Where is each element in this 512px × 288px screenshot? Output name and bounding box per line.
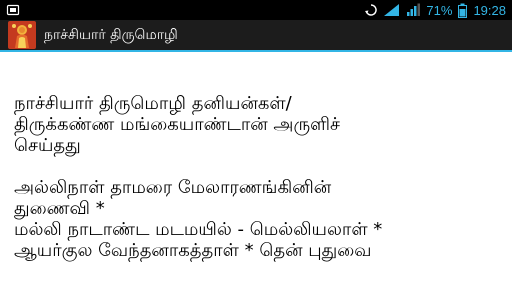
screenshot-icon	[6, 0, 20, 20]
battery-icon	[458, 0, 468, 20]
text-line: திருக்கண்ண மங்கையாண்டான் அருளிச்	[14, 114, 340, 135]
status-right: 71% 19:28	[364, 0, 506, 20]
wifi-icon	[384, 0, 400, 20]
text-line: நாச்சியார் திருமொழி தனியன்கள்/	[14, 93, 292, 114]
text-line: மல்லி நாடாண்ட மடமயில் - மெல்லியலாள் *	[14, 219, 383, 240]
text-line: ஆயர்குல வேந்தனாகத்தாள் * தென் புதுவை	[14, 240, 372, 261]
text-line: துணைவி *	[14, 198, 105, 219]
battery-percent: 71%	[426, 2, 453, 18]
app-title: நாச்சியார் திருமொழி	[44, 27, 178, 43]
status-left	[6, 0, 20, 20]
text-line: அல்லிநாள் தாமரை மேலாரணங்கினின்	[14, 177, 332, 198]
status-bar: 71% 19:28	[0, 0, 512, 20]
signal-icon	[406, 0, 421, 20]
clock: 19:28	[473, 2, 506, 18]
deity-app-icon[interactable]	[8, 21, 36, 49]
action-bar: நாச்சியார் திருமொழி	[0, 20, 512, 52]
sync-icon	[364, 0, 378, 20]
text-line: செய்தது	[14, 135, 81, 156]
content-text-area: நாச்சியார் திருமொழி தனியன்கள்/ திருக்கண்…	[0, 52, 512, 288]
